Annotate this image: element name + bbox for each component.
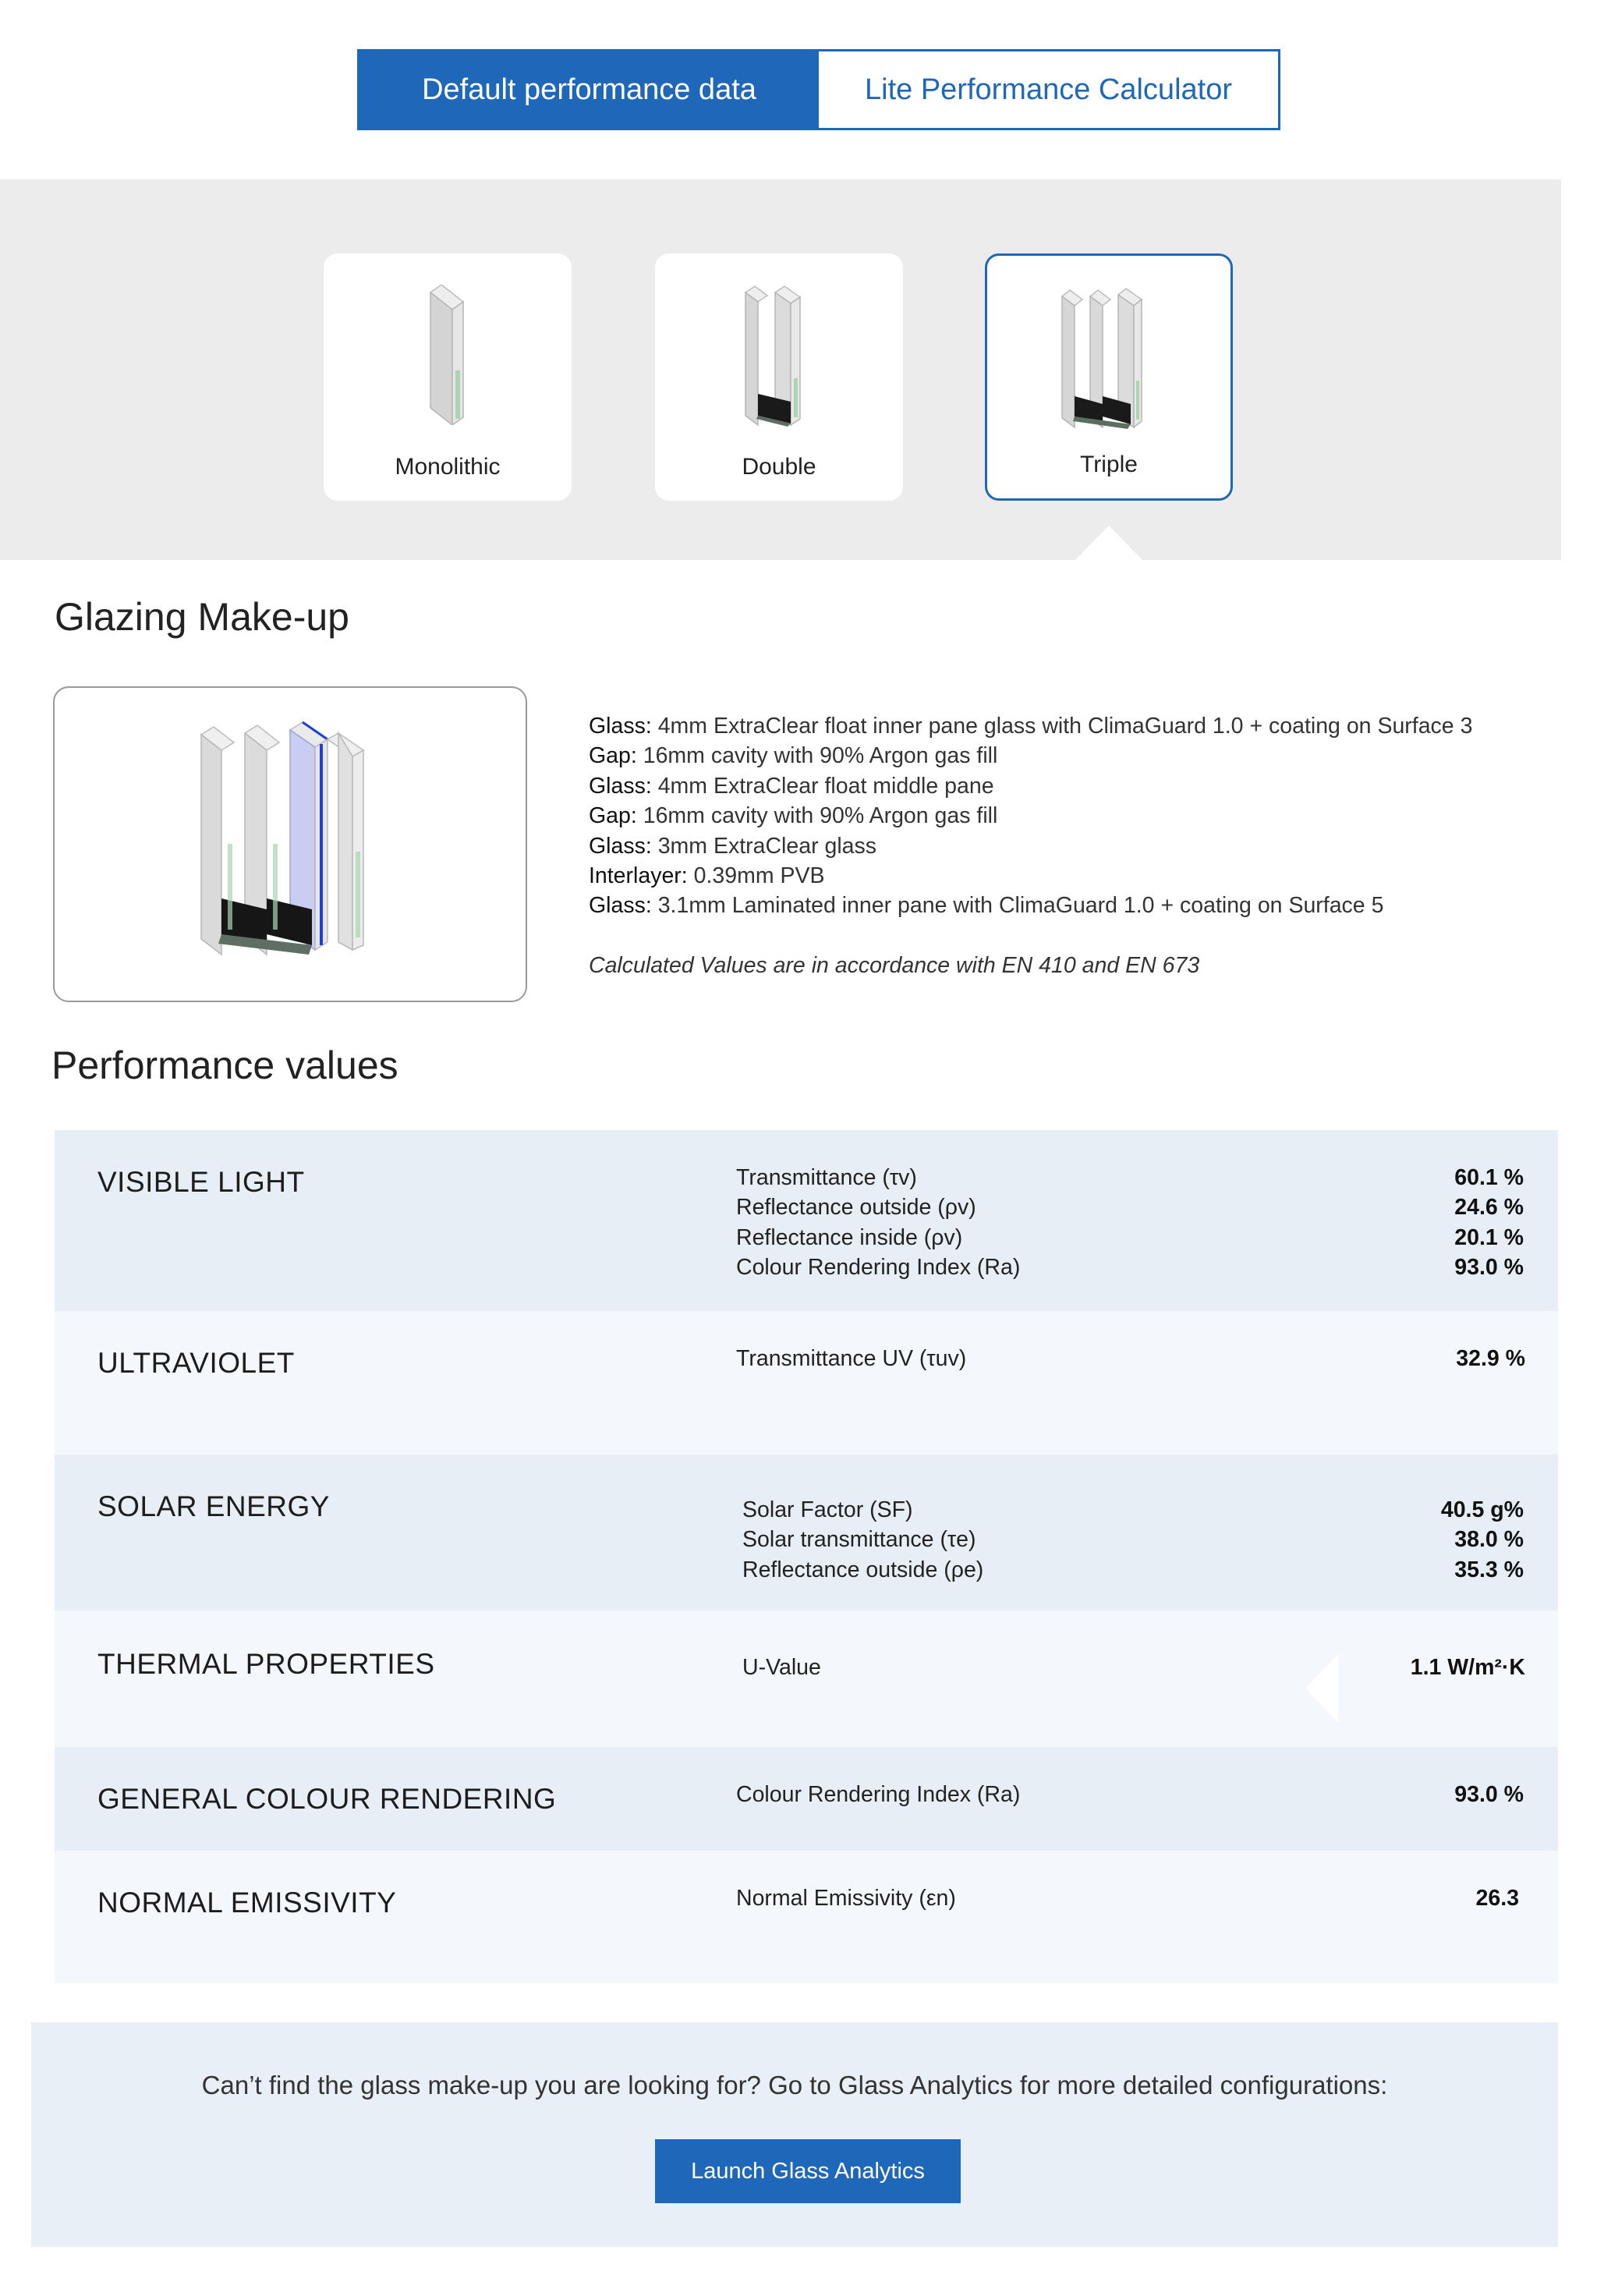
triple-glazing-icon bbox=[1061, 288, 1143, 429]
property-label: Transmittance (τv) bbox=[736, 1165, 917, 1190]
selected-type-pointer bbox=[1075, 526, 1142, 560]
glazing-makeup-preview bbox=[53, 686, 527, 1002]
property-label: Solar transmittance (τe) bbox=[742, 1527, 976, 1553]
section-title: THERMAL PROPERTIES bbox=[97, 1648, 435, 1680]
value-list: 40.5 g% 38.0 % 35.3 % bbox=[1441, 1495, 1524, 1585]
tab-lite-performance-calculator[interactable]: Lite Performance Calculator bbox=[819, 51, 1278, 128]
property-label: Normal Emissivity (εn) bbox=[736, 1886, 956, 1911]
property-label: U-Value bbox=[742, 1655, 821, 1680]
glass-analytics-cta: Can’t find the glass make-up you are loo… bbox=[31, 2022, 1558, 2247]
property-list: Transmittance UV (τuv) bbox=[736, 1344, 966, 1373]
section-title: ULTRAVIOLET bbox=[97, 1347, 295, 1379]
spec-key: Glass: bbox=[589, 833, 652, 859]
value-list: 60.1 % 24.6 % 20.1 % 93.0 % bbox=[1454, 1163, 1524, 1283]
property-value: 1.1 W/m²·K bbox=[1410, 1655, 1525, 1680]
property-label: Solar Factor (SF) bbox=[742, 1497, 913, 1522]
property-value: 24.6 % bbox=[1454, 1195, 1524, 1221]
property-label: Transmittance UV (τuv) bbox=[736, 1346, 967, 1371]
monolithic-glass-icon bbox=[429, 285, 465, 425]
section-title: GENERAL COLOUR RENDERING bbox=[97, 1783, 557, 1815]
collapse-arrow-icon bbox=[1305, 1654, 1338, 1723]
spec-row: Gap: 16mm cavity with 90% Argon gas fill bbox=[589, 741, 1548, 771]
property-list: Transmittance (τv) Reflectance outside (… bbox=[736, 1163, 1020, 1283]
calculation-standards-note: Calculated Values are in accordance with… bbox=[589, 952, 1200, 978]
performance-values-heading: Performance values bbox=[51, 1043, 398, 1087]
performance-mode-toggle: Default performance data Lite Performanc… bbox=[357, 49, 1280, 130]
type-card-double[interactable]: Double bbox=[655, 253, 903, 501]
spec-value: 4mm ExtraClear float inner pane glass wi… bbox=[651, 714, 1473, 739]
spec-value: 16mm cavity with 90% Argon gas fill bbox=[636, 743, 998, 769]
property-value: 32.9 % bbox=[1456, 1346, 1525, 1371]
property-list: Colour Rendering Index (Ra) bbox=[736, 1780, 1020, 1809]
spec-key: Gap: bbox=[589, 743, 637, 769]
value-list: 26.3 bbox=[1476, 1883, 1519, 1913]
type-label-triple: Triple bbox=[1080, 452, 1138, 477]
spec-value: 16mm cavity with 90% Argon gas fill bbox=[636, 803, 998, 829]
property-label: Reflectance outside (ρv) bbox=[736, 1195, 976, 1221]
section-visible-light: VISIBLE LIGHT Transmittance (τv) Reflect… bbox=[55, 1130, 1558, 1311]
section-title: SOLAR ENERGY bbox=[97, 1490, 330, 1522]
type-label-monolithic: Monolithic bbox=[395, 454, 501, 480]
value-list: 93.0 % bbox=[1454, 1780, 1524, 1809]
spec-key: Interlayer: bbox=[589, 863, 688, 889]
spec-row: Glass: 4mm ExtraClear float inner pane g… bbox=[589, 711, 1548, 741]
property-list: Solar Factor (SF) Solar transmittance (τ… bbox=[742, 1495, 983, 1585]
double-glazing-icon bbox=[744, 285, 802, 427]
spec-row: Glass: 4mm ExtraClear float middle pane bbox=[589, 771, 1548, 801]
property-value: 26.3 bbox=[1475, 1886, 1519, 1911]
section-thermal-properties: THERMAL PROPERTIES U-Value 1.1 W/m²·K bbox=[55, 1610, 1558, 1747]
section-title: VISIBLE LIGHT bbox=[97, 1166, 305, 1198]
spec-row: Gap: 16mm cavity with 90% Argon gas fill bbox=[589, 801, 1548, 831]
cta-message: Can’t find the glass make-up you are loo… bbox=[201, 2071, 1388, 2099]
type-label-double: Double bbox=[742, 454, 816, 480]
spec-key: Glass: bbox=[589, 893, 652, 919]
section-normal-emissivity: NORMAL EMISSIVITY Normal Emissivity (εn)… bbox=[55, 1851, 1558, 1983]
property-value: 38.0 % bbox=[1454, 1527, 1524, 1553]
value-list: 1.1 W/m²·K bbox=[1411, 1653, 1525, 1682]
spec-row: Interlayer: 0.39mm PVB bbox=[589, 861, 1548, 891]
section-general-colour-rendering: GENERAL COLOUR RENDERING Colour Renderin… bbox=[55, 1747, 1558, 1851]
glazing-makeup-heading: Glazing Make-up bbox=[55, 595, 349, 639]
property-list: Normal Emissivity (εn) bbox=[736, 1883, 956, 1913]
section-ultraviolet: ULTRAVIOLET Transmittance UV (τuv) 32.9 … bbox=[55, 1311, 1558, 1454]
property-value: 93.0 % bbox=[1454, 1255, 1524, 1281]
property-list: U-Value bbox=[742, 1653, 821, 1682]
launch-glass-analytics-button[interactable]: Launch Glass Analytics bbox=[655, 2139, 961, 2203]
glazing-makeup-spec: Glass: 4mm ExtraClear float inner pane g… bbox=[589, 711, 1548, 980]
spec-row: Glass: 3mm ExtraClear glass bbox=[589, 831, 1548, 861]
section-title: NORMAL EMISSIVITY bbox=[97, 1887, 397, 1919]
triple-laminated-glazing-image bbox=[200, 721, 365, 956]
property-label: Colour Rendering Index (Ra) bbox=[736, 1782, 1021, 1807]
property-value: 93.0 % bbox=[1454, 1782, 1524, 1807]
property-value: 40.5 g% bbox=[1440, 1497, 1524, 1522]
property-value: 60.1 % bbox=[1454, 1165, 1524, 1190]
value-list: 32.9 % bbox=[1456, 1344, 1525, 1373]
property-label: Reflectance outside (ρe) bbox=[742, 1557, 984, 1582]
spec-value: 3.1mm Laminated inner pane with ClimaGua… bbox=[651, 893, 1384, 919]
spec-key: Glass: bbox=[589, 773, 652, 799]
spec-key: Glass: bbox=[589, 714, 652, 739]
spec-value: 4mm ExtraClear float middle pane bbox=[651, 773, 994, 799]
spec-value: 0.39mm PVB bbox=[687, 863, 825, 889]
type-card-triple[interactable]: Triple bbox=[985, 253, 1233, 501]
spec-key: Gap: bbox=[589, 803, 637, 829]
property-value: 20.1 % bbox=[1454, 1224, 1524, 1250]
type-card-monolithic[interactable]: Monolithic bbox=[324, 253, 572, 501]
tab-default-performance-data[interactable]: Default performance data bbox=[359, 51, 819, 128]
property-value: 35.3 % bbox=[1454, 1557, 1524, 1582]
spec-value: 3mm ExtraClear glass bbox=[651, 833, 877, 859]
property-label: Colour Rendering Index (Ra) bbox=[736, 1255, 1021, 1281]
section-solar-energy: SOLAR ENERGY Solar Factor (SF) Solar tra… bbox=[55, 1454, 1558, 1610]
spec-row: Glass: 3.1mm Laminated inner pane with C… bbox=[589, 891, 1548, 920]
property-label: Reflectance inside (ρv) bbox=[736, 1224, 963, 1250]
